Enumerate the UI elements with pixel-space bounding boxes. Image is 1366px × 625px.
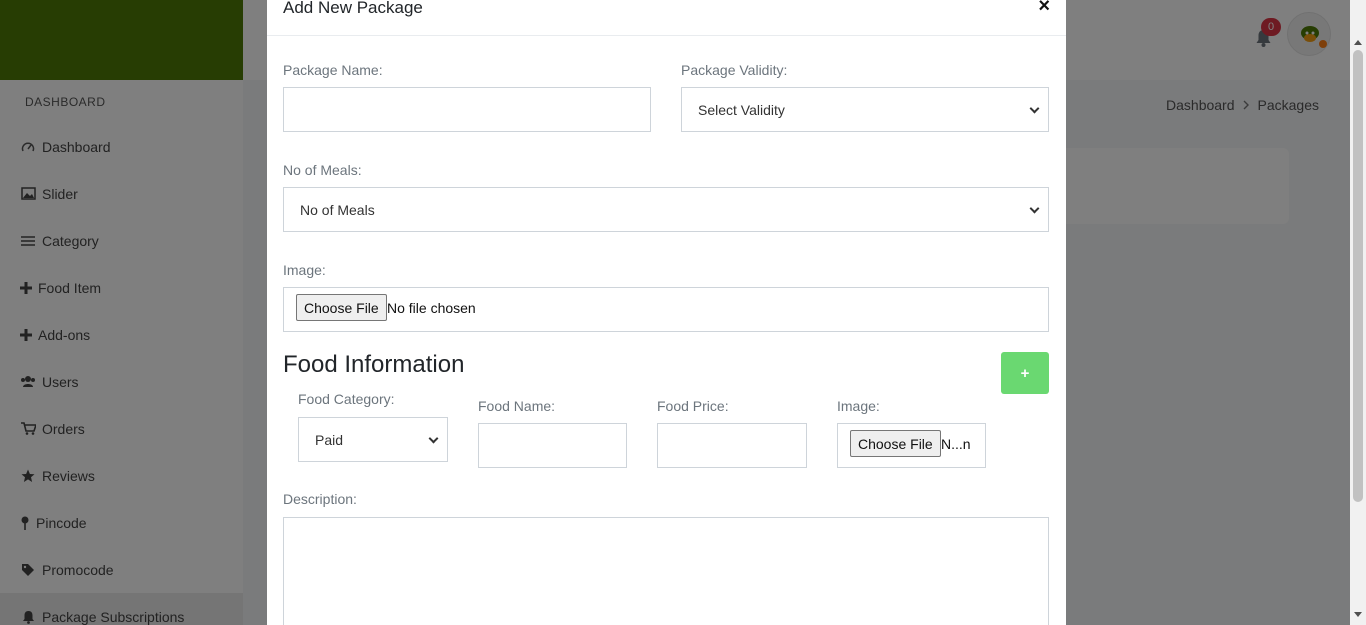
no-of-meals-selected: No of Meals [300,201,375,218]
image-label: Image: [283,262,326,278]
scrollbar-thumb[interactable] [1353,50,1363,502]
no-of-meals-label: No of Meals: [283,162,362,178]
file-status-text: No file chosen [387,300,476,316]
food-price-input[interactable] [657,423,807,468]
package-name-input[interactable] [283,87,651,132]
chevron-down-icon [1029,103,1040,113]
description-label: Description: [283,491,357,507]
food-category-select[interactable]: Paid [298,417,448,462]
modal-header: Add New Package × [267,0,1066,36]
package-validity-selected: Select Validity [698,101,785,118]
choose-file-button[interactable]: Choose File [296,294,387,321]
file-status-text: N...n [941,436,971,452]
choose-file-button[interactable]: Choose File [850,430,941,457]
package-name-label: Package Name: [283,62,383,78]
description-textarea[interactable] [283,517,1049,625]
add-food-button[interactable]: + [1001,352,1049,394]
close-icon[interactable]: × [1038,0,1050,18]
food-name-label: Food Name: [478,398,556,414]
page-scrollbar[interactable] [1350,0,1366,625]
no-of-meals-select[interactable]: No of Meals [283,187,1049,232]
modal-title: Add New Package [283,0,423,17]
food-price-label: Food Price: [657,398,729,414]
scroll-up-arrow-icon[interactable] [1354,40,1362,45]
chevron-down-icon [1029,203,1040,213]
food-category-label: Food Category: [298,391,395,407]
food-name-input[interactable] [478,423,627,468]
package-validity-label: Package Validity: [681,62,788,78]
chevron-down-icon [428,433,439,443]
food-category-selected: Paid [315,431,344,448]
food-image-label: Image: [837,398,880,414]
package-image-file-input[interactable]: Choose File No file chosen [283,287,1049,332]
package-validity-select[interactable]: Select Validity [681,87,1049,132]
add-package-modal: Add New Package × Package Name: Package … [267,0,1066,625]
food-image-file-input[interactable]: Choose File N...n [837,423,986,468]
scroll-down-arrow-icon[interactable] [1354,612,1362,617]
food-information-heading: Food Information [283,351,465,378]
